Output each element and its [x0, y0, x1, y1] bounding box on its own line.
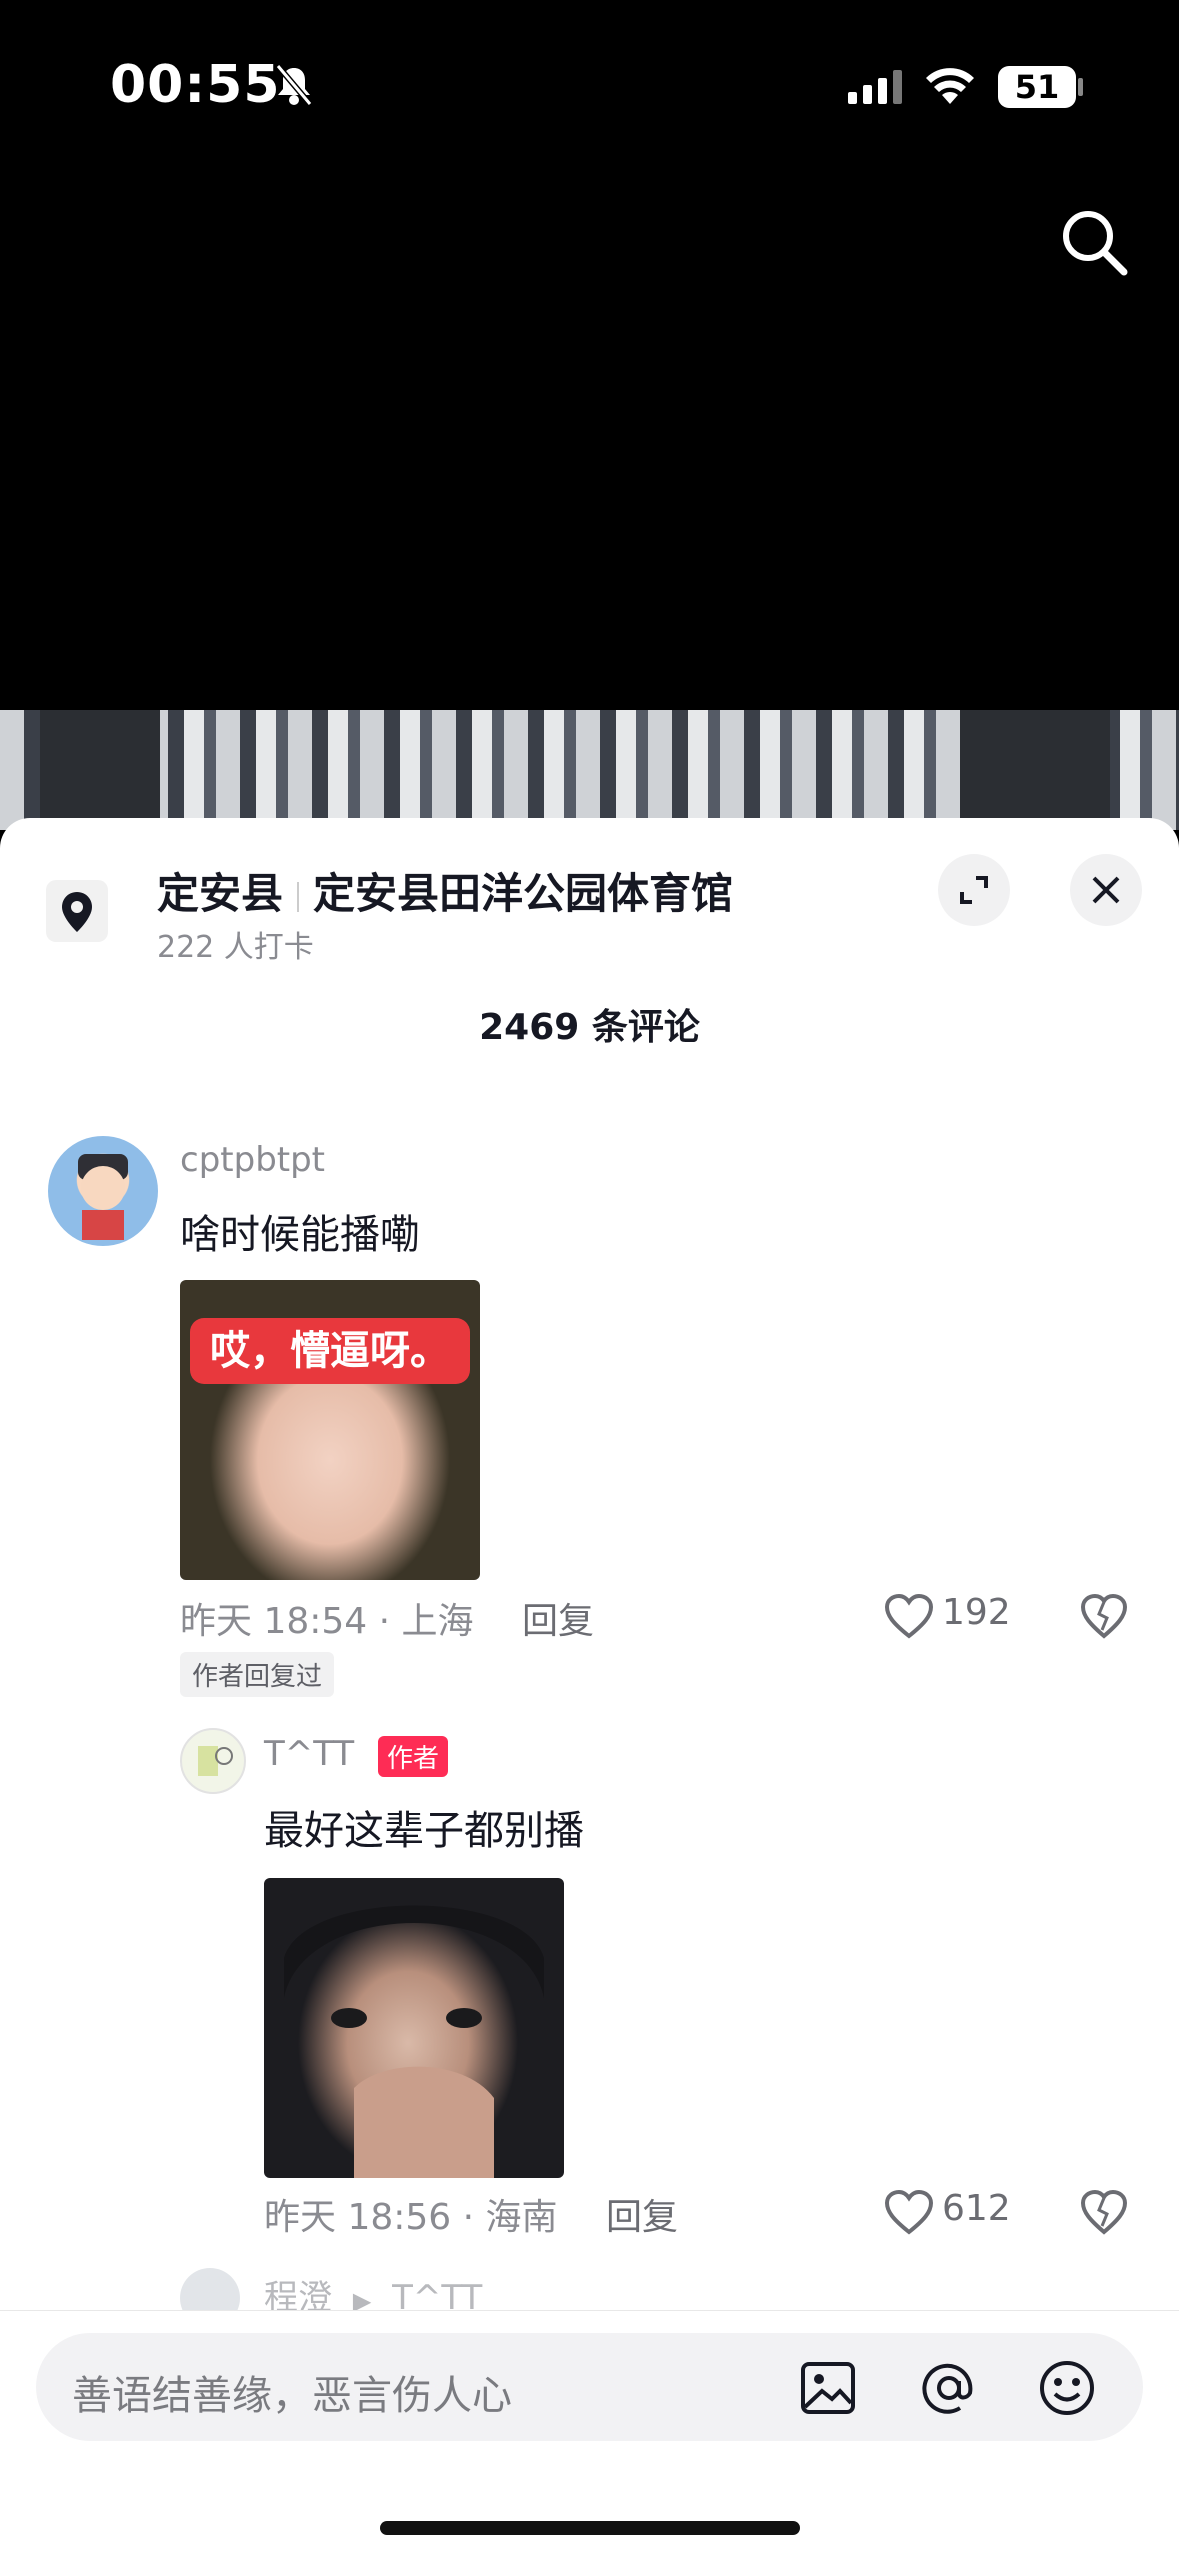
wifi-icon [926, 68, 974, 104]
reply-meta: 昨天 18:56 · 海南 [264, 2197, 558, 2238]
avatar-sketch-icon [198, 1746, 233, 1776]
heart-icon[interactable] [884, 1594, 934, 1640]
expand-button[interactable] [938, 854, 1010, 926]
comments-count: 2469 条评论 [479, 1007, 700, 1048]
reply-button[interactable]: 回复 [522, 1592, 594, 1644]
close-icon [1092, 876, 1120, 904]
bell-slash-icon [275, 64, 313, 106]
comment-input[interactable]: 善语结善缘，恶言伤人心 [36, 2333, 1143, 2441]
author-replied-tag: 作者回复过 [180, 1652, 335, 1697]
signal-icon [848, 70, 902, 104]
comment-input-bar: 善语结善缘，恶言伤人心 [0, 2310, 1179, 2557]
home-indicator [380, 2521, 800, 2535]
close-button[interactable] [1070, 854, 1142, 926]
input-placeholder: 善语结善缘，恶言伤人心 [72, 2373, 512, 2419]
search-icon[interactable] [1058, 206, 1130, 278]
comment-username[interactable]: cptpbtpt [180, 1140, 325, 1180]
status-time: 00:55 [110, 55, 281, 115]
status-bar: 00:55 51 [0, 0, 1179, 170]
reply-button[interactable]: 回复 [606, 2188, 678, 2240]
comment-meta: 昨天 18:54 · 上海 [180, 1601, 474, 1642]
at-icon[interactable] [920, 2359, 978, 2417]
reply-image-figure [284, 1905, 544, 2178]
battery-indicator: 51 [998, 66, 1076, 108]
avatar[interactable] [180, 1728, 246, 1794]
image-caption: 哎，懵逼呀。 [190, 1318, 470, 1384]
video-background [0, 710, 1179, 830]
location-county: 定安县 [157, 869, 284, 918]
video-shadow [40, 710, 160, 830]
dislike-icon[interactable] [1080, 2190, 1128, 2236]
image-icon[interactable] [800, 2361, 856, 2415]
comment-sheet: 定安县 定安县田洋公园体育馆 222 人打卡 2469 条评论 cptpbtpt … [0, 818, 1179, 2556]
emoji-icon[interactable] [1038, 2359, 1096, 2417]
location-checkins: 222 人打卡 [157, 930, 314, 965]
location-pin-box [46, 880, 108, 942]
location-pin-icon [62, 892, 92, 932]
heart-icon[interactable] [884, 2190, 934, 2236]
like-count: 192 [942, 1592, 1011, 1633]
video-shadow [960, 710, 1110, 830]
reply-username[interactable]: T^TT [264, 1734, 354, 1774]
expand-icon [960, 876, 988, 904]
reply-image[interactable] [264, 1878, 564, 2178]
author-badge: 作者 [378, 1736, 449, 1777]
location-place: 定安县田洋公园体育馆 [313, 869, 734, 918]
dislike-icon[interactable] [1080, 1594, 1128, 1640]
location-separator [297, 881, 300, 912]
reply-text: 最好这辈子都别播 [264, 1808, 584, 1854]
comment-image[interactable]: 哎，懵逼呀。 [180, 1280, 480, 1580]
location-title[interactable]: 定安县 定安县田洋公园体育馆 [157, 860, 733, 921]
battery-tip [1078, 78, 1083, 96]
avatar[interactable] [48, 1136, 158, 1246]
avatar-cartoon-icon [78, 1154, 128, 1240]
comment-text: 啥时候能播嘞 [180, 1212, 420, 1258]
like-count: 612 [942, 2188, 1011, 2229]
